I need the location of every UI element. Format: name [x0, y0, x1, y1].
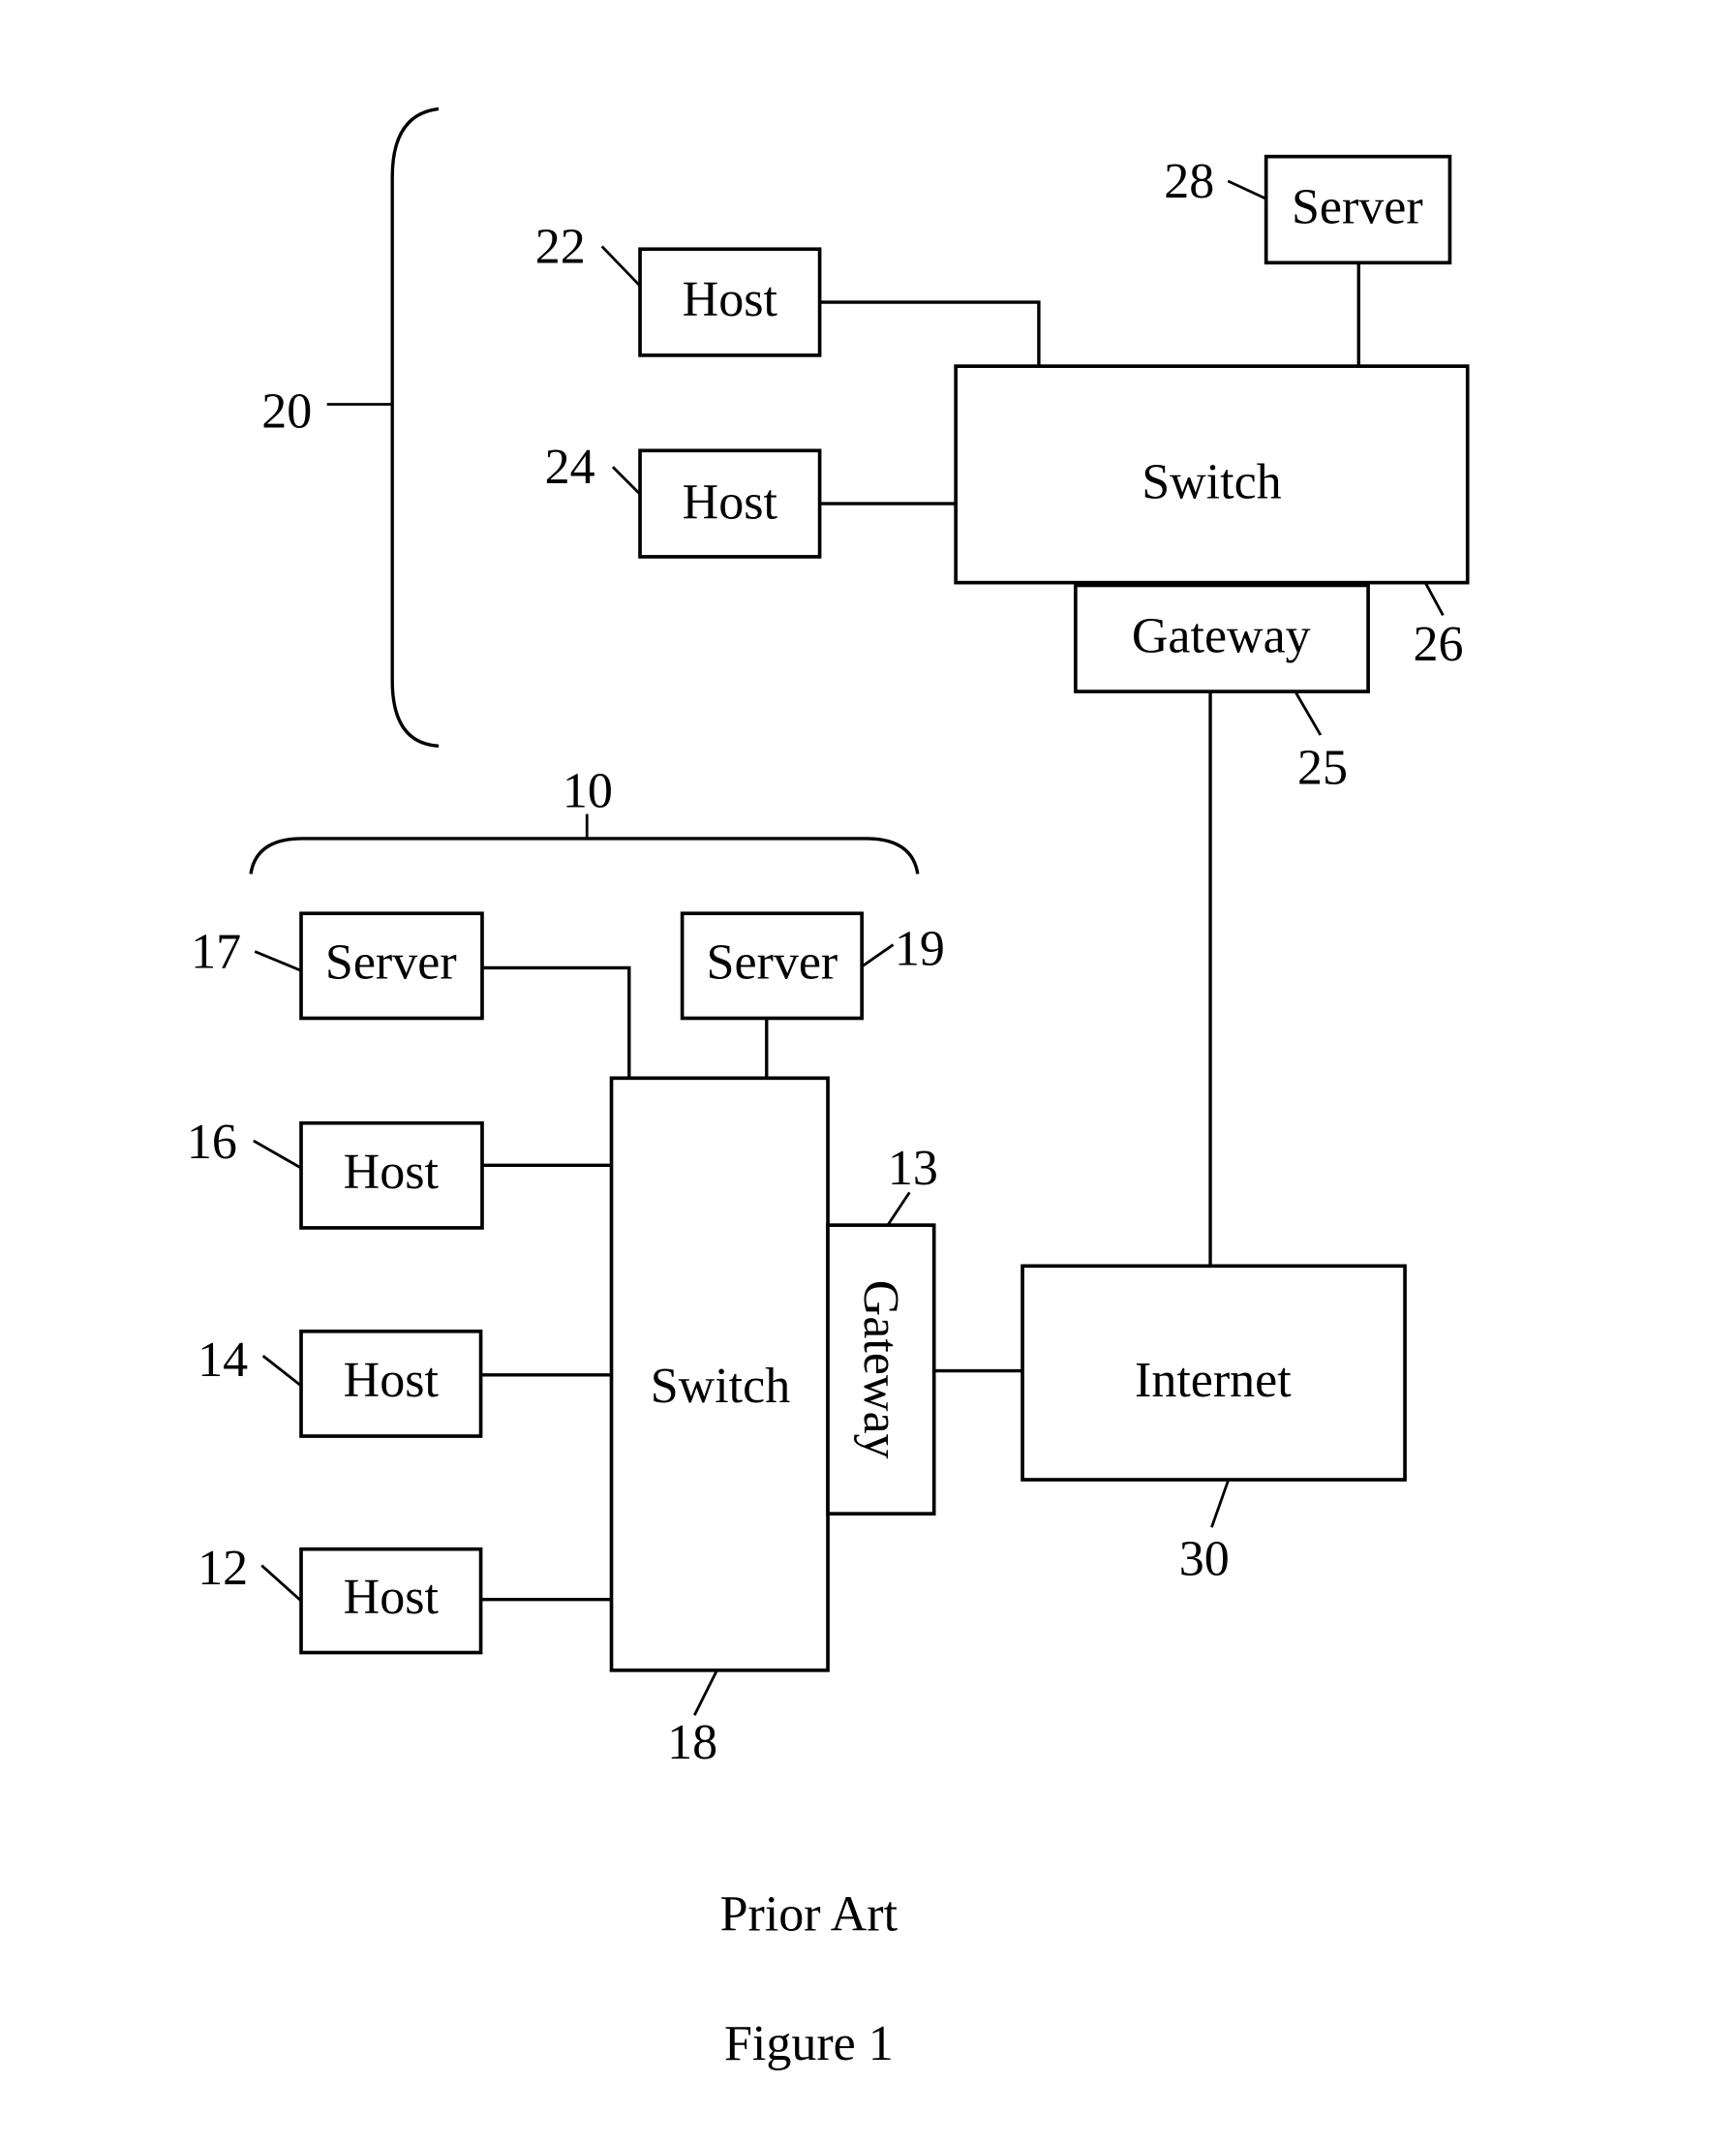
server-28: Server — [1264, 154, 1452, 265]
server-28-leader — [1227, 179, 1267, 200]
wire-host22-switch26 — [819, 300, 1041, 367]
gateway-25-leader — [1294, 691, 1323, 736]
host-12: Host — [299, 1547, 483, 1655]
internet-30-label: Internet — [1135, 1353, 1292, 1408]
gateway-13-leader — [886, 1191, 911, 1226]
host-14-label: Host — [344, 1353, 440, 1408]
host-16-leader — [253, 1139, 302, 1170]
server-19-label: Server — [707, 935, 838, 991]
host-24-ref: 24 — [545, 440, 595, 495]
server-17-label: Server — [325, 935, 457, 991]
internet-30-leader — [1210, 1480, 1230, 1528]
host-14-ref: 14 — [198, 1332, 248, 1388]
host-16: Host — [299, 1120, 484, 1230]
switch-26-ref: 26 — [1413, 617, 1463, 672]
host-24: Host — [638, 448, 822, 559]
network-diagram: 20 Host 22 Host 24 Server 28 Switch 26 G… — [187, 107, 1470, 2071]
network-20-ref: 20 — [261, 383, 312, 439]
switch-26-leader — [1423, 581, 1445, 617]
host-14-leader — [261, 1354, 302, 1388]
host-22-ref: 22 — [535, 219, 586, 274]
server-17-leader — [254, 950, 302, 972]
network-10-bracket — [249, 837, 920, 874]
gateway-25-ref: 25 — [1297, 741, 1348, 796]
gateway-25-label: Gateway — [1132, 608, 1311, 663]
server-28-ref: 28 — [1164, 154, 1214, 209]
host-14: Host — [299, 1329, 483, 1438]
gateway-13-ref: 13 — [888, 1141, 938, 1196]
server-28-label: Server — [1292, 180, 1423, 235]
server-19: Server — [680, 911, 865, 1021]
host-12-leader — [260, 1564, 302, 1603]
server-17-ref: 17 — [191, 924, 241, 979]
switch-26: Switch — [954, 364, 1470, 585]
internet-30-ref: 30 — [1179, 1531, 1230, 1586]
host-22-label: Host — [683, 272, 778, 327]
host-22-leader — [600, 245, 642, 288]
switch-18-label: Switch — [651, 1359, 790, 1414]
host-16-ref: 16 — [187, 1115, 237, 1170]
caption-prior-art: Prior Art — [720, 1886, 898, 1942]
network-20-bracket — [390, 107, 440, 749]
switch-26-label: Switch — [1142, 454, 1281, 509]
network-10-ref: 10 — [563, 764, 613, 819]
switch-18-leader — [693, 1670, 718, 1716]
switch-18-ref: 18 — [667, 1715, 717, 1770]
wire-server17-switch18 — [481, 965, 631, 1079]
host-22: Host — [638, 247, 822, 357]
gateway-13-label: Gateway — [853, 1280, 908, 1459]
server-19-ref: 19 — [895, 922, 945, 977]
switch-18: Switch — [609, 1076, 830, 1672]
host-24-leader — [611, 466, 642, 496]
caption-figure-title: Figure 1 — [724, 2016, 894, 2071]
gateway-13: Gateway — [826, 1223, 936, 1516]
server-17: Server — [299, 911, 484, 1021]
host-24-label: Host — [683, 475, 778, 531]
host-12-ref: 12 — [198, 1541, 248, 1596]
server-19-leader — [861, 943, 895, 968]
host-16-label: Host — [344, 1145, 440, 1200]
host-12-label: Host — [344, 1570, 440, 1625]
internet-30: Internet — [1020, 1264, 1407, 1482]
gateway-25: Gateway — [1074, 583, 1370, 693]
